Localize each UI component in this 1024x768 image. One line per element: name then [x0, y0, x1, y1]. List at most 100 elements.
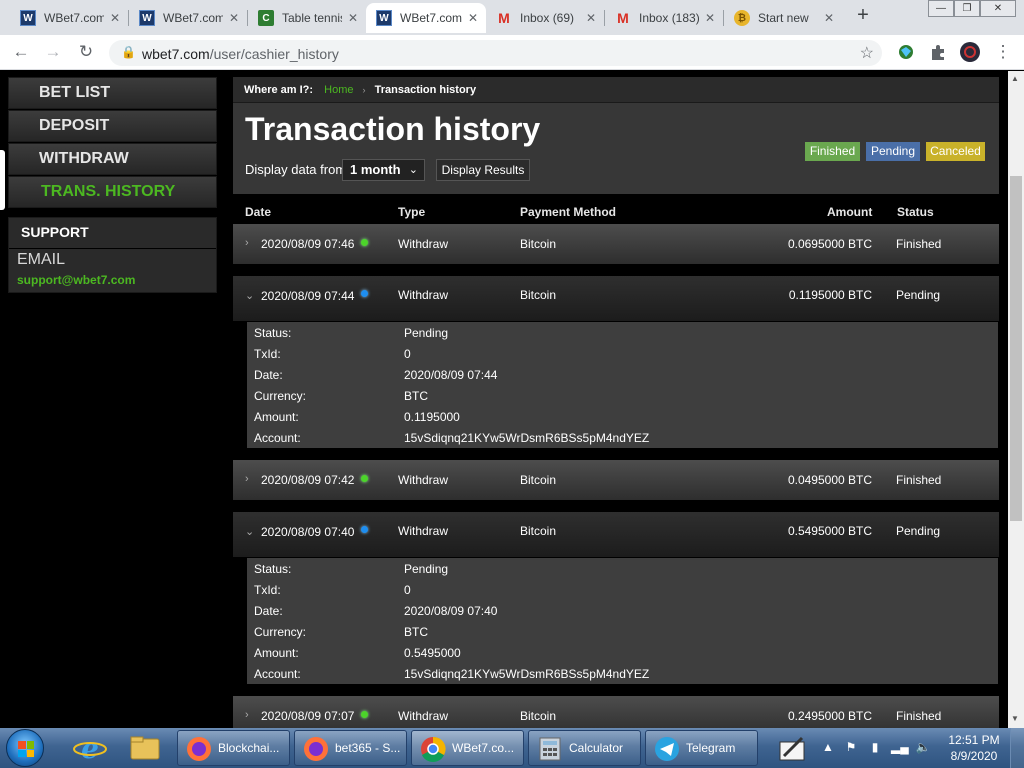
detail-key: TxId: — [254, 347, 281, 361]
taskbar-item-telegram[interactable]: Telegram — [645, 730, 758, 766]
side-handle[interactable] — [0, 150, 5, 210]
browser-tab-3[interactable]: C Table tennis ✕ — [248, 3, 366, 33]
table-row[interactable]: › 2020/08/09 07:42 Withdraw Bitcoin 0.04… — [233, 460, 999, 500]
start-button[interactable] — [6, 729, 44, 767]
scroll-down-icon[interactable]: ▼ — [1011, 714, 1019, 723]
browser-menu-icon[interactable]: ⋮ — [992, 41, 1014, 63]
period-select[interactable]: 1 month ⌄ — [342, 159, 425, 181]
address-bar[interactable]: 🔒 wbet7.com/user/cashier_history ☆ — [109, 40, 882, 66]
table-row-expanded[interactable]: ⌄ 2020/08/09 07:44 Withdraw Bitcoin 0.11… — [233, 276, 999, 321]
row-amount: 0.0495000 BTC — [787, 473, 872, 487]
new-tab-button[interactable]: + — [853, 5, 873, 26]
sidebar-item-deposit[interactable]: DEPOSIT — [8, 110, 217, 142]
row-method: Bitcoin — [520, 473, 557, 487]
detail-value: 15vSdiqnq21KYw5WrDsmR6BSs5pM4ndYEZ — [404, 431, 650, 445]
taskbar-item-blockchain[interactable]: Blockchai... — [177, 730, 290, 766]
close-icon[interactable]: ✕ — [468, 11, 478, 25]
taskbar-item-wbet7-active[interactable]: WBet7.co... — [411, 730, 524, 766]
bookmark-star-icon[interactable]: ☆ — [860, 43, 874, 63]
browser-toolbar: ← → ↻ 🔒 wbet7.com/user/cashier_history ☆… — [0, 35, 1024, 70]
taskbar-item-label: Telegram — [686, 741, 736, 755]
chevron-right-icon[interactable]: › — [245, 237, 249, 249]
gmail-icon: M — [617, 10, 629, 26]
status-dot-green — [361, 475, 368, 482]
browser-tab-4-active[interactable]: W WBet7.com ✕ — [366, 3, 486, 33]
detail-value: 0.1195000 — [404, 410, 460, 424]
table-row[interactable]: › 2020/08/09 07:07 Withdraw Bitcoin 0.24… — [233, 696, 999, 728]
windows-logo-icon — [18, 741, 34, 757]
svg-text:e: e — [81, 732, 99, 765]
handwriting-pen-icon[interactable] — [778, 736, 808, 762]
battery-icon[interactable]: ▮ — [867, 740, 883, 756]
close-icon[interactable]: ✕ — [705, 11, 715, 25]
detail-key: Amount: — [254, 410, 299, 424]
close-icon[interactable]: ✕ — [586, 11, 596, 25]
sidebar-item-trans-history[interactable]: TRANS. HISTORY — [8, 176, 217, 208]
table-row-expanded[interactable]: ⌄ 2020/08/09 07:40 Withdraw Bitcoin 0.54… — [233, 512, 999, 557]
browser-tab-2[interactable]: W WBet7.com ✕ — [129, 3, 247, 33]
close-icon[interactable]: ✕ — [824, 11, 834, 25]
chevron-right-icon[interactable]: › — [245, 709, 249, 721]
close-icon[interactable]: ✕ — [229, 11, 239, 25]
scroll-up-icon[interactable]: ▲ — [1011, 74, 1019, 83]
action-center-flag-icon[interactable]: ⚑ — [843, 740, 859, 756]
display-results-button[interactable]: Display Results — [436, 159, 530, 181]
table-row[interactable]: › 2020/08/09 07:46 Withdraw Bitcoin 0.06… — [233, 224, 999, 264]
file-explorer-icon[interactable] — [123, 731, 167, 765]
profile-avatar-icon[interactable] — [960, 42, 980, 62]
detail-value: 0 — [404, 583, 411, 597]
tab-title: Inbox (69) — [520, 11, 575, 25]
browser-tab-6[interactable]: M Inbox (183) ✕ — [605, 3, 723, 33]
network-signal-icon[interactable]: ▂▄ — [891, 740, 909, 756]
taskbar-item-label: Calculator — [569, 741, 624, 755]
scroll-thumb[interactable] — [1010, 176, 1022, 521]
show-desktop-button[interactable] — [1010, 728, 1024, 768]
detail-value: 0 — [404, 347, 411, 361]
chevron-down-icon[interactable]: ⌄ — [245, 525, 254, 538]
chevron-right-icon[interactable]: › — [245, 473, 249, 485]
extensions-puzzle-icon[interactable] — [929, 43, 947, 61]
url-text[interactable]: wbet7.com/user/cashier_history — [142, 46, 339, 62]
taskbar-item-label: bet365 - S... — [335, 741, 401, 755]
lock-icon[interactable]: 🔒 — [121, 45, 136, 59]
status-dot-green — [361, 239, 368, 246]
close-icon[interactable]: ✕ — [348, 11, 358, 25]
reload-icon[interactable]: ↻ — [75, 41, 97, 63]
green-square-icon: C — [258, 10, 274, 26]
column-header-amount: Amount — [827, 205, 873, 219]
support-email-link[interactable]: support@wbet7.com — [17, 273, 135, 287]
legend-finished: Finished — [805, 142, 860, 161]
row-details-panel: Status: Pending TxId: 0 Date: 2020/08/09… — [247, 322, 998, 448]
clock-time[interactable]: 12:51 PM — [944, 733, 1004, 747]
detail-key: Currency: — [254, 625, 307, 639]
sidebar-item-withdraw[interactable]: WITHDRAW — [8, 143, 217, 175]
forward-arrow-icon[interactable]: → — [42, 41, 64, 63]
column-header-type: Type — [398, 205, 426, 219]
breadcrumb-home-link[interactable]: Home — [324, 84, 353, 96]
browser-tab-7[interactable]: ₿ Start new ✕ — [724, 3, 842, 33]
legend-pending: Pending — [866, 142, 920, 161]
internet-explorer-icon[interactable]: e — [68, 731, 112, 765]
close-icon[interactable]: ✕ — [110, 11, 120, 25]
taskbar-item-bet365[interactable]: bet365 - S... — [294, 730, 407, 766]
taskbar-item-calculator[interactable]: Calculator — [528, 730, 641, 766]
minimize-window-button[interactable]: — — [928, 0, 954, 17]
breadcrumb-label: Where am I?: — [244, 84, 314, 96]
clock-date[interactable]: 8/9/2020 — [944, 749, 1004, 763]
page-scrollbar[interactable]: ▲ ▼ — [1008, 71, 1024, 728]
browser-tab-1[interactable]: W WBet7.com ✕ — [10, 3, 128, 33]
detail-key: Status: — [254, 562, 292, 576]
chevron-down-icon[interactable]: ⌄ — [245, 289, 254, 302]
url-host: wbet7.com — [142, 46, 210, 62]
show-hidden-icons-icon[interactable]: ▲ — [820, 740, 836, 756]
sidebar-item-bet-list[interactable]: BET LIST — [8, 77, 217, 109]
row-status: Finished — [896, 237, 942, 251]
close-window-button[interactable]: ✕ — [980, 0, 1016, 17]
globe-extension-icon[interactable] — [897, 43, 915, 61]
browser-tab-5[interactable]: M Inbox (69) ✕ — [486, 3, 604, 33]
row-method: Bitcoin — [520, 288, 557, 302]
volume-icon[interactable]: 🔈 — [915, 740, 931, 756]
back-arrow-icon[interactable]: ← — [10, 41, 32, 63]
restore-window-button[interactable]: ❐ — [954, 0, 980, 17]
detail-value: BTC — [404, 389, 428, 403]
